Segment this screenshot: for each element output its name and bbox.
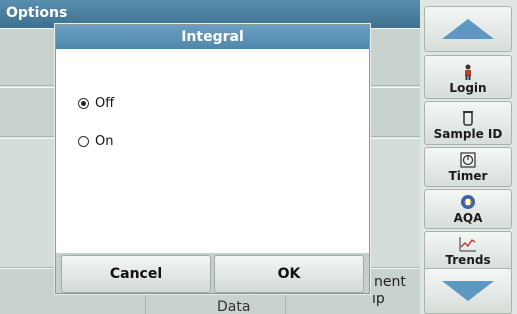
radio-selected-icon[interactable] bbox=[78, 98, 89, 109]
radio-option-label: On bbox=[95, 134, 114, 149]
trends-button[interactable]: Trends bbox=[424, 231, 512, 271]
dialog-title: Integral bbox=[56, 25, 369, 49]
sidebar: Login Sample ID Timer AQA Trends bbox=[420, 0, 517, 314]
window-title: Options bbox=[6, 5, 68, 21]
dialog-footer: Cancel OK bbox=[56, 253, 369, 293]
timer-label: Timer bbox=[448, 169, 488, 183]
radio-option-off[interactable]: Off bbox=[78, 96, 114, 111]
sample-vial-icon bbox=[462, 110, 474, 126]
timer-icon bbox=[460, 152, 476, 168]
trend-chart-icon bbox=[459, 236, 477, 252]
sample-id-label: Sample ID bbox=[433, 127, 503, 141]
arrow-down-icon bbox=[442, 281, 494, 301]
aqa-icon bbox=[460, 194, 476, 210]
radio-option-on[interactable]: On bbox=[78, 134, 113, 149]
login-label: Login bbox=[449, 81, 487, 95]
trends-label: Trends bbox=[445, 253, 491, 267]
radio-unselected-icon[interactable] bbox=[78, 136, 89, 147]
integral-dialog: Integral Off On Cancel OK bbox=[55, 24, 370, 294]
options-screen: Options nent ıp Data Login Sample ID Tim… bbox=[0, 0, 517, 314]
radio-option-label: Off bbox=[95, 96, 115, 111]
scroll-down-button[interactable] bbox=[424, 268, 512, 314]
login-button[interactable]: Login bbox=[424, 55, 512, 99]
bottom-label-fragment: Data bbox=[217, 299, 251, 314]
ok-button[interactable]: OK bbox=[214, 255, 364, 293]
person-icon bbox=[462, 64, 474, 80]
aqa-label: AQA bbox=[453, 211, 483, 225]
arrow-up-icon bbox=[442, 19, 494, 39]
scroll-up-button[interactable] bbox=[424, 6, 512, 52]
timer-button[interactable]: Timer bbox=[424, 147, 512, 187]
sample-id-button[interactable]: Sample ID bbox=[424, 101, 512, 145]
bottom-label-fragment: ıp bbox=[372, 291, 385, 307]
aqa-button[interactable]: AQA bbox=[424, 189, 512, 229]
cancel-button[interactable]: Cancel bbox=[61, 255, 211, 293]
bottom-label-fragment: nent bbox=[374, 274, 406, 290]
